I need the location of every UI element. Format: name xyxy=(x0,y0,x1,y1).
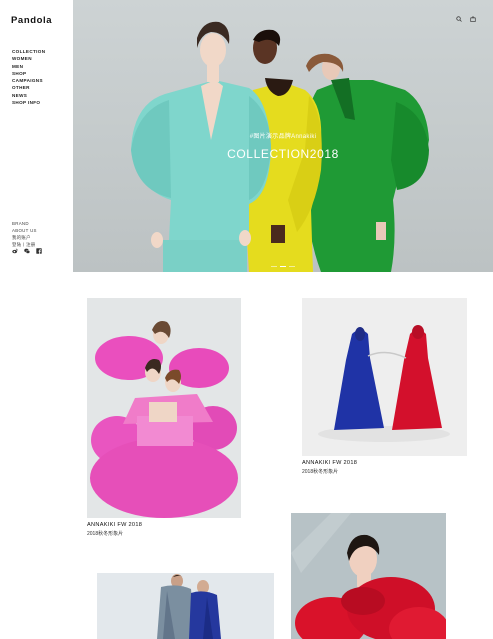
secondary-nav: BRAND ABOUT US 我的账户 登陆丨注册 xyxy=(12,220,37,248)
social-links xyxy=(12,248,42,254)
nav-item-campaigns[interactable]: CAMPAIGNS xyxy=(12,77,45,84)
card-title[interactable]: ANNAKIKI FW 2018 xyxy=(87,522,142,528)
nav-item-shop-info[interactable]: SHOP INFO xyxy=(12,99,45,106)
hero-title[interactable]: COLLECTION2018 xyxy=(73,147,493,161)
brand-logo[interactable]: Pandola xyxy=(11,15,52,26)
nav-item-other[interactable]: OTHER xyxy=(12,84,45,91)
hero-banner[interactable]: #图片演示品牌Annakiki COLLECTION2018 xyxy=(73,0,493,272)
card-image xyxy=(291,513,446,639)
hero-subtitle: #图片演示品牌Annakiki xyxy=(249,134,317,140)
nav-item-about-us[interactable]: ABOUT US xyxy=(12,227,37,234)
nav-item-my-account[interactable]: 我的账户 xyxy=(12,234,37,241)
collection-card-gowns[interactable] xyxy=(302,298,467,456)
nav-item-login-register[interactable]: 登陆丨注册 xyxy=(12,241,37,248)
card-subtitle: 2018秋冬形象片 xyxy=(302,469,339,475)
model-green xyxy=(305,53,429,272)
card-image xyxy=(87,298,241,518)
carousel-dot[interactable] xyxy=(289,266,295,267)
nav-item-women[interactable]: WOMEN xyxy=(12,55,45,62)
nav-item-shop[interactable]: SHOP xyxy=(12,70,45,77)
weibo-icon[interactable] xyxy=(12,248,18,254)
collection-card-suits[interactable] xyxy=(97,573,274,639)
nav-item-brand[interactable]: BRAND xyxy=(12,220,37,227)
card-title[interactable]: ANNAKIKI FW 2018 xyxy=(302,460,357,466)
carousel-indicators xyxy=(73,266,493,267)
nav-item-collection[interactable]: COLLECTION xyxy=(12,48,45,55)
wechat-icon[interactable] xyxy=(24,248,30,254)
main-nav: COLLECTION WOMEN MEN SHOP CAMPAIGNS OTHE… xyxy=(12,48,45,106)
collection-card-pink[interactable] xyxy=(87,298,241,518)
search-icon[interactable] xyxy=(456,16,462,22)
facebook-icon[interactable] xyxy=(36,248,42,254)
carousel-dot[interactable] xyxy=(271,266,277,267)
card-image xyxy=(302,298,467,456)
bag-icon[interactable] xyxy=(470,16,476,22)
nav-item-men[interactable]: MEN xyxy=(12,63,45,70)
carousel-dot-active[interactable] xyxy=(280,266,286,267)
nav-item-news[interactable]: NEWS xyxy=(12,92,45,99)
card-image xyxy=(97,573,274,639)
card-subtitle: 2018秋冬形象片 xyxy=(87,531,124,537)
collection-card-red-ruffles[interactable] xyxy=(291,513,446,639)
header-icons xyxy=(456,16,476,22)
sidebar: Pandola COLLECTION WOMEN MEN SHOP CAMPAI… xyxy=(0,0,73,639)
